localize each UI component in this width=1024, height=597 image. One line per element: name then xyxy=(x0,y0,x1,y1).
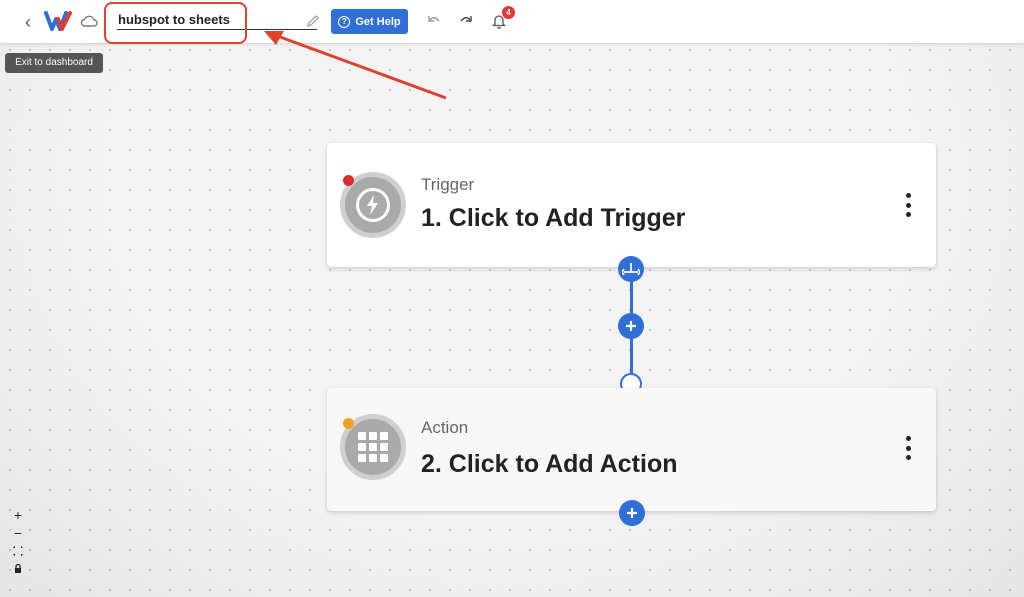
action-type-label: Action xyxy=(421,418,469,437)
fit-view-icon[interactable] xyxy=(9,543,27,559)
action-status-dot xyxy=(343,418,354,429)
connector-line-1 xyxy=(630,281,633,313)
chevron-left-icon[interactable]: ‹ xyxy=(20,12,36,32)
add-step-button-bottom[interactable] xyxy=(619,500,645,526)
cloud-icon xyxy=(80,15,98,27)
add-action-title[interactable]: 2. Click to Add Action xyxy=(421,450,678,479)
app-grid-icon xyxy=(358,432,388,462)
trigger-status-dot xyxy=(343,175,354,186)
connector-line-2 xyxy=(630,338,633,374)
trigger-card[interactable]: Trigger 1. Click to Add Trigger xyxy=(327,143,936,267)
zoom-out-button[interactable]: − xyxy=(9,525,27,541)
redo-icon[interactable] xyxy=(458,14,474,28)
lock-icon[interactable] xyxy=(9,561,27,577)
branch-icon[interactable] xyxy=(618,256,644,282)
action-more-options-icon[interactable] xyxy=(901,436,915,460)
add-step-button[interactable] xyxy=(618,313,644,339)
lightning-bolt-icon xyxy=(356,188,390,222)
w-logo-icon[interactable] xyxy=(44,9,74,33)
exit-to-dashboard-tooltip: Exit to dashboard xyxy=(5,53,103,73)
action-card[interactable]: Action 2. Click to Add Action xyxy=(327,388,936,511)
trigger-more-options-icon[interactable] xyxy=(901,193,915,217)
annotation-arrow xyxy=(264,31,447,100)
annotation-highlight-box xyxy=(104,2,247,44)
notification-count-badge: 4 xyxy=(502,6,515,19)
trigger-type-label: Trigger xyxy=(421,175,475,194)
zoom-in-button[interactable]: + xyxy=(9,507,27,523)
add-trigger-title[interactable]: 1. Click to Add Trigger xyxy=(421,204,685,233)
